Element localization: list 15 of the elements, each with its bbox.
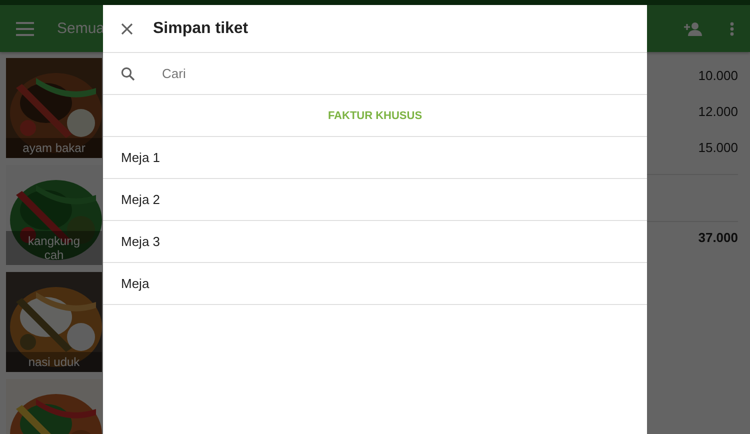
app-title: Semua [57, 20, 105, 37]
search-icon [121, 66, 135, 80]
more-icon[interactable] [730, 22, 734, 36]
ticket-list-item[interactable]: Meja [103, 263, 647, 305]
dialog-title: Simpan tiket [153, 20, 248, 38]
close-icon[interactable] [121, 22, 133, 34]
item-price: 12.000 [698, 103, 738, 121]
item-price: 15.000 [698, 139, 738, 157]
total-amount: 37.000 [698, 230, 738, 245]
menu-icon[interactable] [16, 22, 34, 36]
ticket-list-item[interactable]: Meja 3 [103, 221, 647, 263]
ticket-list-item[interactable]: Meja 2 [103, 179, 647, 221]
add-person-icon[interactable] [682, 22, 702, 36]
ticket-list-item[interactable]: Meja 1 [103, 137, 647, 179]
item-price: 10.000 [698, 67, 738, 85]
